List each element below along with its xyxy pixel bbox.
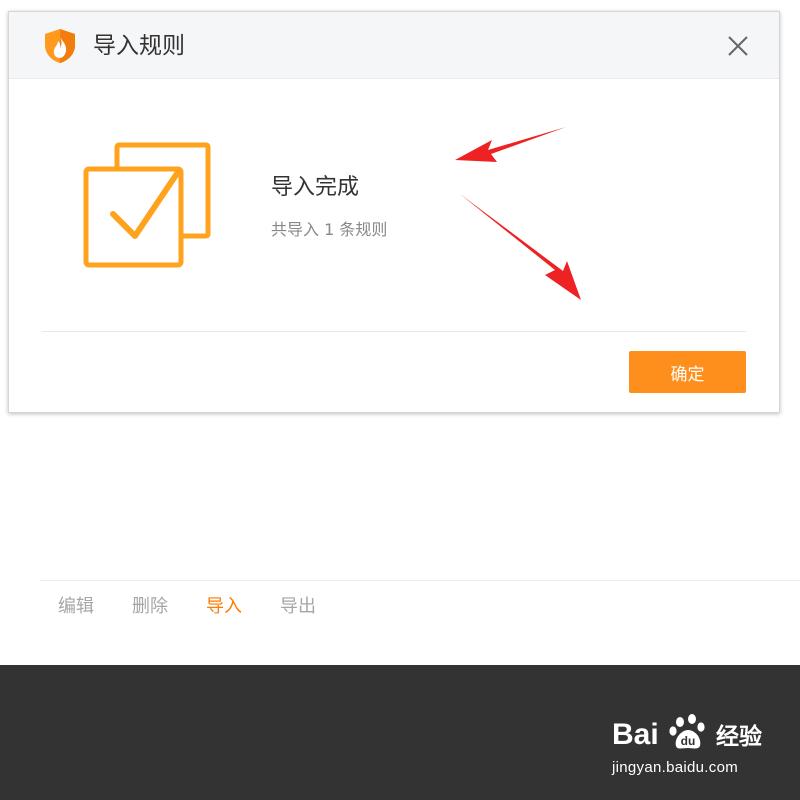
close-icon <box>728 36 748 56</box>
watermark-url: jingyan.baidu.com <box>612 759 739 776</box>
import-rules-dialog: 导入规则 导入完成 共导入 1 条规则 确定 <box>8 11 780 413</box>
import-link[interactable]: 导入 <box>206 594 242 620</box>
import-count-text: 共导入 1 条规则 <box>271 220 388 239</box>
confirm-button[interactable]: 确定 <box>629 351 746 393</box>
toolbar-divider <box>40 580 800 581</box>
watermark-bai-text: Bai <box>612 718 659 751</box>
import-complete-title: 导入完成 <box>271 175 360 200</box>
watermark-jingyan-text: 经验 <box>716 724 762 750</box>
close-button[interactable] <box>727 35 749 57</box>
svg-text:du: du <box>681 734 696 748</box>
baidu-jingyan-watermark: Bai du 经验 jingyan.baidu.com <box>612 714 772 780</box>
double-square-check-icon <box>83 142 211 268</box>
baidu-paw-icon: du <box>669 714 705 749</box>
dialog-title: 导入规则 <box>93 33 185 59</box>
delete-link[interactable]: 删除 <box>132 594 168 620</box>
edit-link[interactable]: 编辑 <box>58 594 94 620</box>
export-link[interactable]: 导出 <box>280 594 316 620</box>
dialog-titlebar: 导入规则 <box>9 12 779 79</box>
dialog-divider <box>42 331 746 332</box>
shield-flame-icon <box>45 29 75 63</box>
